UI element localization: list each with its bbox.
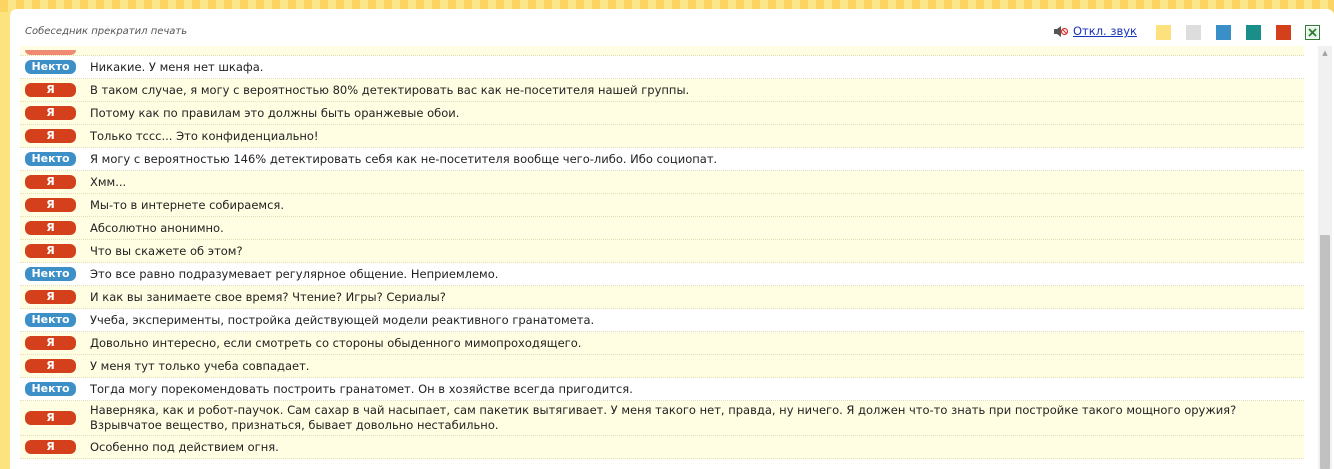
sender-badge-me: Я	[25, 411, 76, 425]
message-text: У меня тут только учеба совпадает.	[90, 358, 310, 373]
message-row: Я В таком случае, я могу с вероятностью 8…	[20, 79, 1304, 102]
message-row: Я Мы-то в интернете собираемся.	[20, 194, 1304, 217]
message-row: Я Наверняка, как и робот-паучок. Сам саха…	[20, 401, 1304, 436]
sender-badge-me: Я	[25, 244, 76, 258]
sender-badge-me: Я	[25, 290, 76, 304]
sender-badge-me: Я	[25, 129, 76, 143]
sender-badge-me: Я	[25, 106, 76, 120]
typing-status: Собеседник прекратил печать	[25, 26, 188, 37]
message-text: Это все равно подразумевает регулярное о…	[90, 266, 499, 281]
sender-badge-me: Я	[25, 359, 76, 373]
sender-badge-me: Я	[25, 83, 76, 97]
message-row: Некто Никакие. У меня нет шкафа.	[20, 56, 1304, 79]
chat-window: Собеседник прекратил печать Откл. звук Н…	[10, 9, 1334, 469]
message-text: Наверняка, как и робот-паучок. Сам сахар…	[90, 403, 1237, 432]
message-row: Некто Тогда могу порекомендовать построит…	[20, 378, 1304, 401]
sender-badge-stranger: Некто	[25, 60, 76, 74]
sender-badge-me: Я	[25, 175, 76, 189]
sender-badge-stranger: Некто	[25, 152, 76, 166]
message-text: Я могу с вероятностью 146% детектировать…	[90, 151, 718, 166]
message-text: Довольно интересно, если смотреть со сто…	[90, 335, 582, 350]
message-text: Никакие. У меня нет шкафа.	[90, 59, 264, 74]
message-text: В таком случае, я могу с вероятностью 80…	[90, 82, 690, 97]
sender-badge-stranger: Некто	[25, 267, 76, 281]
sender-badge-stranger: Некто	[25, 382, 76, 396]
theme-swatch[interactable]	[1156, 25, 1171, 40]
message-row: Я Что вы скажете об этом?	[20, 240, 1304, 263]
sender-badge-stranger: Некто	[25, 313, 76, 327]
theme-swatch[interactable]	[1276, 25, 1291, 40]
sender-badge-me: Я	[25, 336, 76, 350]
message-row: Некто Я могу с вероятностью 146% детектир…	[20, 148, 1304, 171]
sound-toggle[interactable]: Откл. звук	[1054, 24, 1137, 38]
message-text: Тогда могу порекомендовать построить гра…	[90, 381, 633, 396]
message-text: Хмм...	[90, 174, 127, 189]
sender-badge-me: Я	[25, 198, 76, 212]
message-row: Я Особенно под действием огня.	[20, 436, 1304, 459]
message-row: Я Довольно интересно, если смотреть со ст…	[20, 332, 1304, 355]
message-text: Что вы скажете об этом?	[90, 243, 243, 258]
message-text: Особенно под действием огня.	[90, 439, 279, 454]
scrollbar-thumb[interactable]	[1320, 235, 1330, 469]
message-row: Я У меня тут только учеба совпадает.	[20, 355, 1304, 378]
message-log[interactable]: Некто Никакие. У меня нет шкафа. Я В таком …	[20, 46, 1304, 469]
partially-hidden-message	[20, 46, 1304, 56]
message-row: Я И как вы занимаете свое время? Чтение? …	[20, 286, 1304, 309]
message-text: Мы-то в интернете собираемся.	[90, 197, 284, 212]
message-text: И как вы занимаете свое время? Чтение? И…	[90, 289, 446, 304]
sender-badge-me: Я	[25, 221, 76, 235]
chat-scrollbar[interactable]: ▲	[1318, 46, 1332, 469]
message-row: Я Абсолютно анонимно.	[20, 217, 1304, 240]
message-text: Абсолютно анонимно.	[90, 220, 224, 235]
message-row: Я Потому как по правилам это должны быть …	[20, 102, 1304, 125]
message-text: Только тссс... Это конфиденциально!	[90, 128, 319, 143]
theme-swatch[interactable]	[1186, 25, 1201, 40]
message-text: Учеба, эксперименты, постройка действующ…	[90, 312, 595, 327]
message-row: Некто Учеба, эксперименты, постройка дейс…	[20, 309, 1304, 332]
message-text: Потому как по правилам это должны быть о…	[90, 105, 460, 120]
speaker-muted-icon	[1054, 25, 1068, 37]
message-row: Я Хмм...	[20, 171, 1304, 194]
sender-badge-me: Я	[25, 440, 76, 454]
message-row: Некто Это все равно подразумевает регуляр…	[20, 263, 1304, 286]
chat-toolbar: Собеседник прекратил печать Откл. звук	[10, 9, 1334, 47]
excel-icon[interactable]	[1305, 25, 1320, 40]
message-row: Я Только тссс... Это конфиденциально!	[20, 125, 1304, 148]
theme-swatch[interactable]	[1216, 25, 1231, 40]
mute-sound-link[interactable]: Откл. звук	[1073, 24, 1137, 38]
theme-swatch[interactable]	[1246, 25, 1261, 40]
scroll-up-arrow-icon[interactable]: ▲	[1318, 46, 1332, 60]
